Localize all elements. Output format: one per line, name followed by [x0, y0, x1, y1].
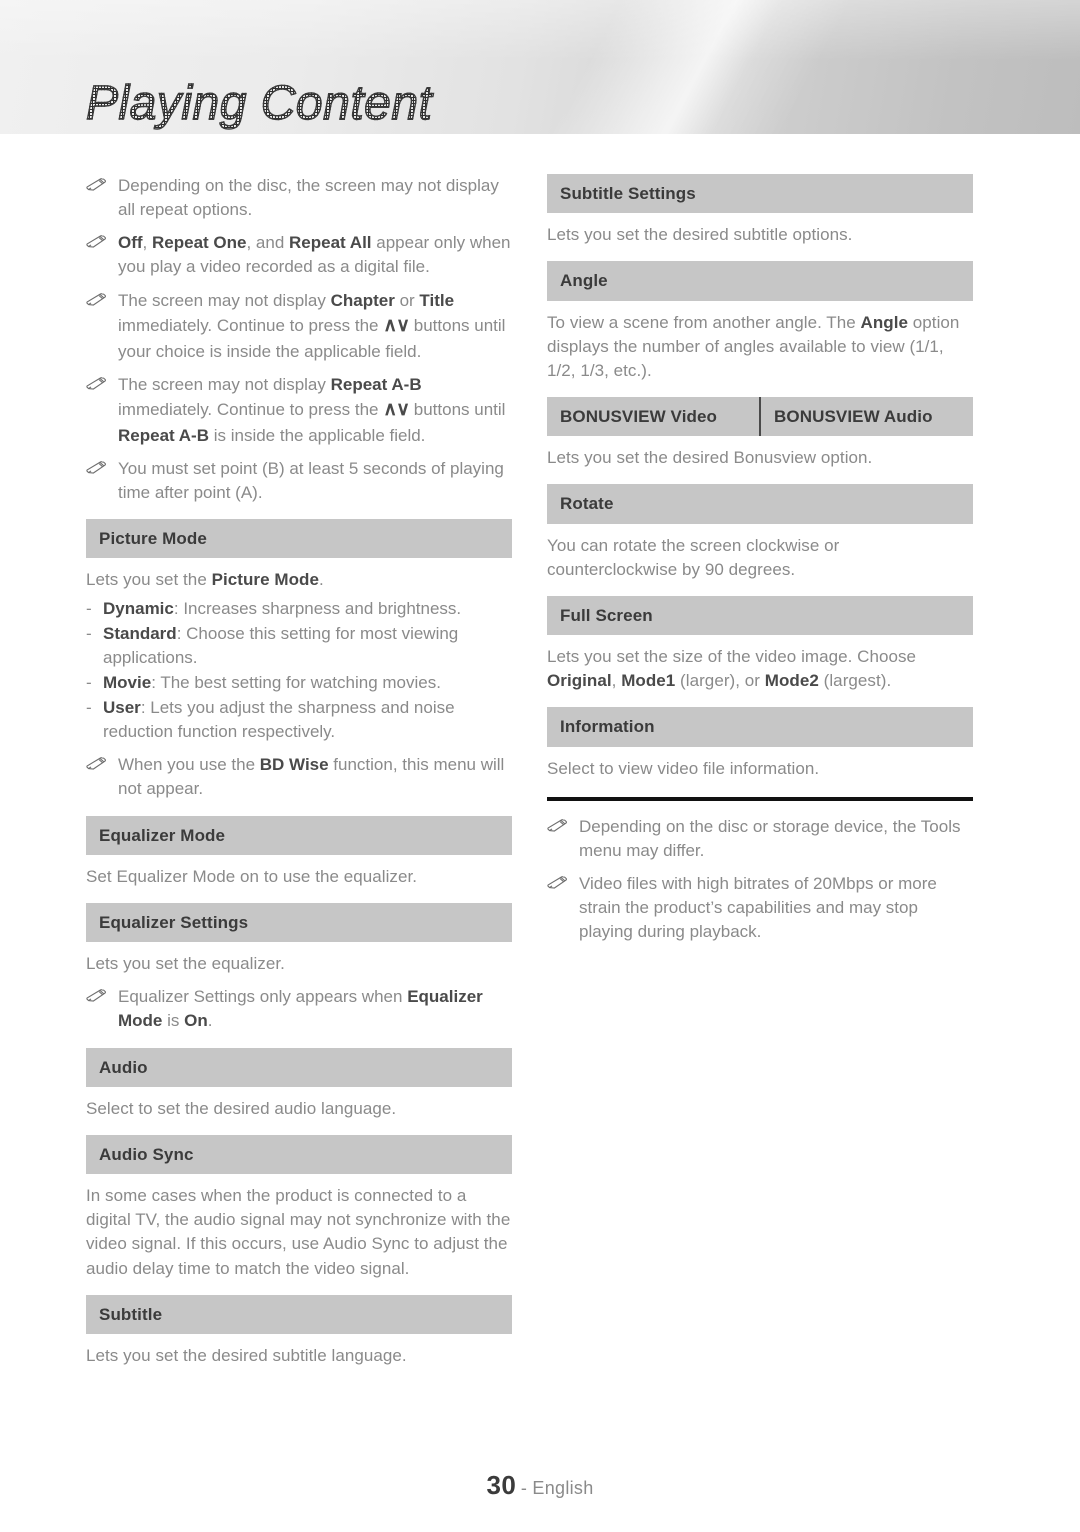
dash-text: Standard: Choose this setting for most v… [103, 622, 512, 670]
dash-list-item: - Movie: The best setting for watching m… [86, 671, 512, 695]
note-text: Depending on the disc or storage device,… [579, 816, 961, 860]
pencil-icon [86, 753, 118, 801]
pencil-icon [86, 985, 118, 1033]
section-header-full-screen: Full Screen [547, 595, 973, 636]
note-item: Video files with high bitrates of 20Mbps… [547, 872, 973, 944]
note-item: You must set point (B) at least 5 second… [86, 457, 512, 505]
section-body-audio-sync: In some cases when the product is connec… [86, 1186, 511, 1278]
page-content: Depending on the disc, the screen may no… [0, 134, 1080, 1464]
note-item: Equalizer Settings only appears when Equ… [86, 985, 512, 1033]
section-header-audio-sync: Audio Sync [86, 1134, 512, 1175]
left-top-notes: Depending on the disc, the screen may no… [86, 174, 512, 505]
note-text: The screen may not display Repeat A-B im… [118, 374, 506, 445]
note-item: Off, Repeat One, and Repeat All appear o… [86, 231, 512, 279]
section-header-information: Information [547, 707, 973, 747]
section-body-subtitle-settings: Lets you set the desired subtitle option… [547, 225, 853, 245]
section-header-equalizer-settings: Equalizer Settings [86, 902, 512, 943]
section-body-audio: Select to set the desired audio language… [86, 1098, 397, 1118]
dash-text: User: Lets you adjust the sharpness and … [103, 696, 512, 744]
section-header-rotate: Rotate [547, 484, 973, 524]
note-text: Off, Repeat One, and Repeat All appear o… [118, 233, 511, 277]
pencil-icon [86, 174, 118, 222]
dash-marker: - [86, 623, 92, 643]
note-text: Depending on the disc, the screen may no… [118, 176, 499, 220]
dash-desc: : Lets you adjust the sharpness and nois… [103, 698, 455, 742]
dash-term: Movie [103, 672, 152, 692]
note-text: When you use the BD Wise function, this … [118, 755, 505, 799]
dash-desc: : Increases sharpness and brightness. [173, 598, 462, 618]
updown-arrow-icon: ∧∨ [383, 314, 410, 336]
pencil-icon [547, 815, 579, 863]
dash-term: Standard [103, 623, 177, 643]
left-column: Depending on the disc, the screen may no… [86, 174, 512, 1372]
section-header-subtitle-settings: Subtitle Settings [547, 174, 973, 214]
dash-list-item: - Dynamic: Increases sharpness and brigh… [86, 597, 512, 621]
page-footer: 30 - English [0, 1470, 1080, 1501]
note-item: The screen may not display Repeat A-B im… [86, 373, 512, 448]
pencil-icon [86, 231, 118, 279]
updown-arrow-icon: ∧∨ [383, 398, 410, 420]
pencil-icon [86, 373, 118, 448]
pencil-icon [86, 289, 118, 364]
dash-text: Movie: The best setting for watching mov… [103, 671, 512, 695]
note-item: Depending on the disc or storage device,… [547, 815, 973, 863]
section-body-full-screen: Lets you set the size of the video image… [547, 647, 917, 691]
section-body-subtitle: Lets you set the desired subtitle langua… [86, 1345, 407, 1365]
note-text: You must set point (B) at least 5 second… [118, 458, 504, 503]
dash-desc: : The best setting for watching movies. [151, 672, 441, 692]
dash-list-item: - User: Lets you adjust the sharpness an… [86, 696, 512, 744]
pencil-icon [547, 872, 579, 944]
section-divider-rule [547, 796, 973, 801]
section-header-audio: Audio [86, 1047, 512, 1087]
section-header-bonusview-audio: BONUSVIEW Audio [759, 397, 973, 437]
page-title: Playing Content [85, 77, 433, 130]
section-body-bonusview: Lets you set the desired Bonusview optio… [547, 448, 873, 468]
section-body-information: Select to view video file information. [547, 758, 820, 778]
note-item: The screen may not display Chapter or Ti… [86, 289, 512, 364]
section-body-equalizer-settings: Lets you set the equalizer. [86, 954, 285, 974]
page-banner: Playing Content [0, 0, 1080, 134]
dash-list-item: - Standard: Choose this setting for most… [86, 622, 512, 670]
note-item: When you use the BD Wise function, this … [86, 753, 512, 801]
note-text: The screen may not display Chapter or Ti… [118, 290, 506, 361]
dash-marker: - [86, 698, 92, 718]
note-text: Video files with high bitrates of 20Mbps… [579, 874, 937, 942]
section-header-equalizer-mode: Equalizer Mode [86, 815, 512, 855]
section-body-equalizer-mode: Set Equalizer Mode on to use the equaliz… [86, 866, 418, 886]
right-column: Subtitle Settings Lets you set the desir… [547, 174, 973, 953]
page-language: - English [520, 1478, 594, 1498]
dash-marker: - [86, 672, 92, 692]
section-body-angle: To view a scene from another angle. The … [547, 312, 960, 380]
section-header-bonusview-video: BONUSVIEW Video [560, 407, 718, 426]
dash-marker: - [86, 598, 92, 618]
pencil-icon [86, 457, 118, 505]
section-header-bonusview: BONUSVIEW Video BONUSVIEW Audio [547, 397, 973, 437]
section-header-picture-mode: Picture Mode [86, 519, 512, 559]
dash-text: Dynamic: Increases sharpness and brightn… [103, 597, 512, 621]
right-bottom-notes: Depending on the disc or storage device,… [547, 815, 973, 945]
note-item: Depending on the disc, the screen may no… [86, 174, 512, 222]
dash-term: User [103, 698, 141, 718]
section-header-subtitle: Subtitle [86, 1294, 512, 1334]
section-intro-picture-mode: Lets you set the Picture Mode. [86, 570, 324, 590]
section-header-angle: Angle [547, 261, 973, 301]
page-number: 30 [486, 1470, 517, 1500]
note-text: Equalizer Settings only appears when Equ… [118, 987, 483, 1031]
section-body-rotate: You can rotate the screen clockwise or c… [547, 535, 840, 579]
dash-term: Dynamic [103, 598, 174, 618]
